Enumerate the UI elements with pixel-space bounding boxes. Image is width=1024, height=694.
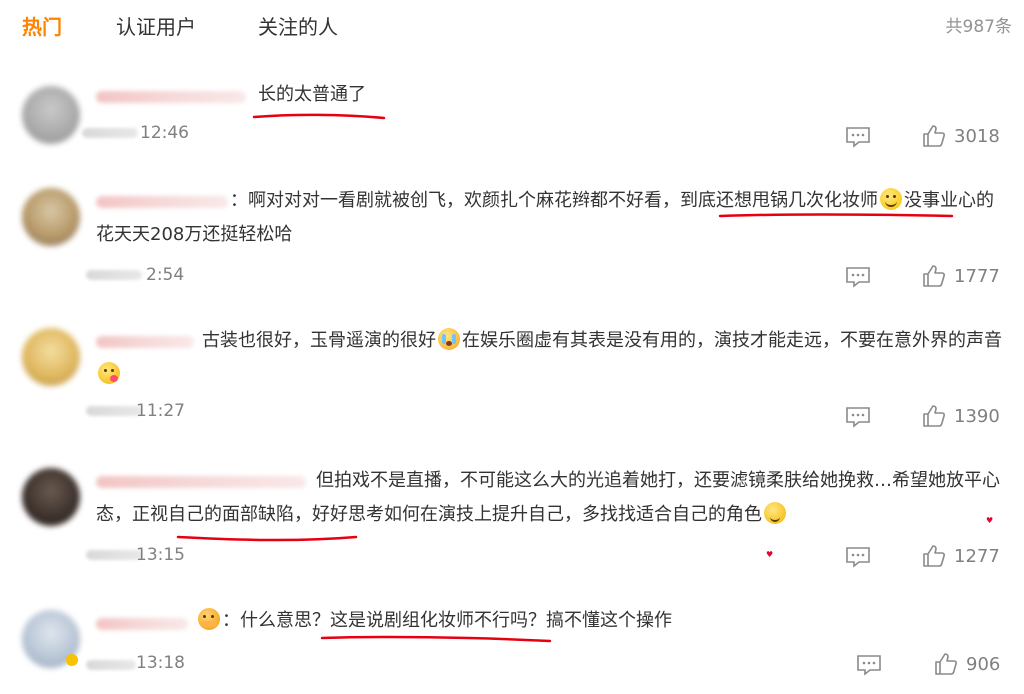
tab-following[interactable]: 关注的人 xyxy=(258,13,338,41)
reply-icon[interactable] xyxy=(845,406,871,428)
comment-text: 长的太普通了 xyxy=(258,84,366,105)
like-button[interactable]: 906 xyxy=(934,651,1000,677)
comment-item: ：啊对对对一看剧就被创飞，欢颜扎个麻花辫都不好看，到底还想甩锅几次化妆师 没事业心… xyxy=(0,180,1024,300)
comment-item: 长的太普通了 12:46 3018 xyxy=(0,70,1024,160)
reply-icon[interactable] xyxy=(845,546,871,568)
heart-eyes-emoji xyxy=(764,502,992,572)
like-count: 1777 xyxy=(954,265,1000,287)
tab-verified-users[interactable]: 认证用户 xyxy=(116,13,196,41)
comment-underline xyxy=(718,213,954,218)
like-count: 3018 xyxy=(954,125,1000,147)
thumbs-up-icon xyxy=(923,125,945,147)
like-count: 1277 xyxy=(954,545,1000,567)
comment-time: 11:27 xyxy=(136,401,185,421)
highlighted-phrase: 到底还想甩锅几次化妆师 xyxy=(680,190,878,211)
vip-badge xyxy=(66,654,78,666)
tab-hot[interactable]: 热门 xyxy=(22,13,62,41)
comment-text: 但拍戏不是直播，不可能这么大的光追着她打，还要滤镜柔肤给她挽救…希望她放平心态，… xyxy=(96,464,1016,572)
highlighted-phrase: 这是说剧组化妆师不行吗 xyxy=(330,610,528,631)
user-level xyxy=(82,128,138,138)
comment-text: 古装也很好，玉骨遥演的很好 在娱乐圈虚有其表是没有用的，演技才能走远，不要在意外界… xyxy=(96,324,1016,392)
comment-item: ：什么意思？这是说剧组化妆师不行吗？搞不懂这个操作 13:18 906 xyxy=(0,598,1024,694)
reply-icon[interactable] xyxy=(845,266,871,288)
user-avatar[interactable] xyxy=(22,328,80,386)
like-button[interactable]: 1390 xyxy=(922,403,1000,429)
thumbs-up-icon xyxy=(923,405,945,427)
comment-underline xyxy=(176,535,358,542)
cry-emoji xyxy=(438,328,460,350)
thumbs-up-icon xyxy=(935,653,957,675)
user-level xyxy=(86,406,142,416)
comment-tabs: 热门 认证用户 关注的人 共987条 xyxy=(0,0,1024,56)
comment-time: 2:54 xyxy=(146,265,185,285)
user-avatar[interactable] xyxy=(22,468,80,526)
thumbs-up-icon xyxy=(923,265,945,287)
like-button[interactable]: 3018 xyxy=(922,123,1000,149)
total-comment-count: 共987条 xyxy=(945,17,1012,37)
comment-underline xyxy=(252,113,386,120)
comment-item: 古装也很好，玉骨遥演的很好 在娱乐圈虚有其表是没有用的，演技才能走远，不要在意外界… xyxy=(0,320,1024,440)
thumbs-up-icon xyxy=(923,545,945,567)
user-level xyxy=(86,660,136,670)
comment-item: 但拍戏不是直播，不可能这么大的光追着她打，还要滤镜柔肤给她挽救…希望她放平心态，… xyxy=(0,458,1024,578)
like-count: 1390 xyxy=(954,405,1000,427)
username[interactable] xyxy=(96,91,246,103)
username[interactable] xyxy=(96,618,188,630)
reply-icon[interactable] xyxy=(856,654,882,676)
reply-icon[interactable] xyxy=(845,126,871,148)
like-count: 906 xyxy=(966,653,1001,675)
user-avatar[interactable] xyxy=(22,86,80,144)
smile-emoji xyxy=(880,188,902,210)
comment-time: 13:15 xyxy=(136,545,185,565)
like-button[interactable]: 1277 xyxy=(922,543,1000,569)
hug-emoji xyxy=(198,608,220,630)
user-avatar[interactable] xyxy=(22,188,80,246)
kiss-emoji xyxy=(98,362,120,384)
comment-time: 13:18 xyxy=(136,653,185,673)
user-level xyxy=(86,270,142,280)
comment-underline xyxy=(320,635,552,643)
highlighted-phrase: 正视自己的面部缺陷 xyxy=(132,504,294,525)
comment-time: 12:46 xyxy=(140,123,189,143)
like-button[interactable]: 1777 xyxy=(922,263,1000,289)
user-level xyxy=(86,550,142,560)
